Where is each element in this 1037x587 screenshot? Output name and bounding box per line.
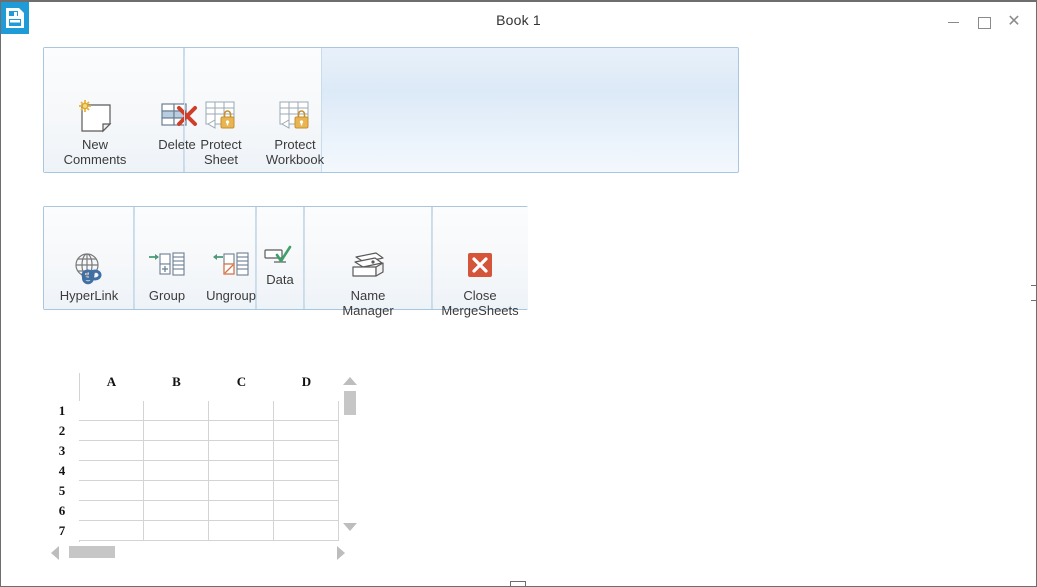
- cell-B3[interactable]: [144, 441, 209, 461]
- tools-separator-3: [304, 215, 305, 303]
- cell-B4[interactable]: [144, 461, 209, 481]
- cell-B6[interactable]: [144, 501, 209, 521]
- cell-D4[interactable]: [274, 461, 339, 481]
- protect-workbook-lock-icon: [254, 98, 336, 134]
- tools-separator-2: [256, 215, 257, 303]
- cell-B1[interactable]: [144, 401, 209, 421]
- cell-D2[interactable]: [274, 421, 339, 441]
- cell-B7[interactable]: [144, 521, 209, 541]
- group-separator-1: [184, 56, 185, 166]
- protect-sheet-label-line2: Sheet: [204, 152, 238, 167]
- row-header-3[interactable]: 3: [45, 441, 79, 461]
- cell-A3[interactable]: [79, 441, 144, 461]
- close-mergesheets-button[interactable]: Close MergeSheets: [434, 251, 526, 318]
- column-header-c[interactable]: C: [209, 369, 274, 394]
- title-bar: Book 1 ✕: [1, 2, 1036, 40]
- vertical-scrollbar[interactable]: [339, 373, 361, 533]
- row-header-1[interactable]: 1: [45, 401, 79, 421]
- hyperlink-button[interactable]: HyperLink: [48, 251, 130, 303]
- cell-B5[interactable]: [144, 481, 209, 501]
- cell-A4[interactable]: [79, 461, 144, 481]
- cell-B2[interactable]: [144, 421, 209, 441]
- cell-C2[interactable]: [209, 421, 274, 441]
- close-mergesheets-label-line1: Close: [463, 288, 497, 303]
- new-comments-button[interactable]: New Comments: [52, 98, 138, 167]
- horizontal-scrollbar[interactable]: [47, 542, 349, 561]
- data-button[interactable]: Data: [260, 245, 300, 287]
- scroll-left-arrow[interactable]: [51, 546, 59, 560]
- column-header-a[interactable]: A: [79, 369, 144, 394]
- window-title: Book 1: [496, 12, 541, 28]
- select-all-corner[interactable]: [45, 369, 79, 394]
- vertical-scroll-thumb[interactable]: [344, 391, 356, 415]
- close-button[interactable]: ✕: [1006, 14, 1022, 30]
- cell-A5[interactable]: [79, 481, 144, 501]
- window-controls: ✕: [946, 14, 1022, 30]
- scroll-right-arrow[interactable]: [337, 546, 345, 560]
- group-button[interactable]: Group: [138, 251, 196, 303]
- group-label: Group: [148, 288, 186, 303]
- column-header-d[interactable]: D: [274, 369, 339, 394]
- cell-C6[interactable]: [209, 501, 274, 521]
- row-header-2[interactable]: 2: [45, 421, 79, 441]
- resize-notch-right[interactable]: [1031, 285, 1036, 301]
- protect-workbook-button[interactable]: Protect Workbook: [254, 98, 336, 167]
- scroll-up-arrow[interactable]: [343, 377, 357, 385]
- scroll-down-arrow[interactable]: [343, 523, 357, 531]
- maximize-button[interactable]: [976, 14, 992, 30]
- row-header-5[interactable]: 5: [45, 481, 79, 501]
- cell-A2[interactable]: [79, 421, 144, 441]
- ribbon-panel-tools: HyperLink Group Ungroup Data Name Manage…: [43, 206, 528, 318]
- row-header-7[interactable]: 7: [45, 521, 79, 541]
- cell-C5[interactable]: [209, 481, 274, 501]
- cell-D7[interactable]: [274, 521, 339, 541]
- cell-C4[interactable]: [209, 461, 274, 481]
- horizontal-scroll-thumb[interactable]: [69, 546, 115, 558]
- tools-separator-1: [134, 215, 135, 303]
- protect-sheet-label-line1: Protect: [200, 137, 242, 152]
- data-label: Data: [266, 272, 294, 287]
- cell-D1[interactable]: [274, 401, 339, 421]
- cell-D5[interactable]: [274, 481, 339, 501]
- protect-sheet-button[interactable]: Protect Sheet: [190, 98, 252, 167]
- merge-sheets-window: Book 1 ✕ New Comments Delete Protect She…: [0, 0, 1037, 587]
- globe-link-icon: [48, 251, 130, 285]
- protect-sheet-lock-icon: [190, 98, 252, 134]
- resize-notch-bottom[interactable]: [510, 581, 526, 586]
- new-comments-label-line2: Comments: [63, 152, 127, 167]
- close-red-x-icon: [434, 251, 526, 285]
- group-rows-icon: [138, 251, 196, 285]
- name-manager-label-line2: Manager: [342, 303, 394, 318]
- name-manager-cards-icon: [308, 251, 428, 285]
- cell-A7[interactable]: [79, 521, 144, 541]
- cell-C3[interactable]: [209, 441, 274, 461]
- cell-A6[interactable]: [79, 501, 144, 521]
- cell-D3[interactable]: [274, 441, 339, 461]
- tools-separator-4: [432, 215, 433, 303]
- cell-A1[interactable]: [79, 401, 144, 421]
- row-header-4[interactable]: 4: [45, 461, 79, 481]
- cell-C1[interactable]: [209, 401, 274, 421]
- new-comments-label-line1: New: [81, 137, 108, 152]
- ribbon-panel-comments: New Comments Delete Protect Sheet Protec…: [43, 47, 739, 173]
- cell-C7[interactable]: [209, 521, 274, 541]
- protect-workbook-label-line1: Protect: [274, 137, 316, 152]
- spreadsheet-grid: A B C D 1 2 3 4 5 6 7: [45, 369, 361, 561]
- row-header-6[interactable]: 6: [45, 501, 79, 521]
- minimize-button[interactable]: [946, 14, 962, 30]
- name-manager-label-line1: Name: [350, 288, 386, 303]
- name-manager-button[interactable]: Name Manager: [308, 251, 428, 318]
- cell-D6[interactable]: [274, 501, 339, 521]
- data-validation-check-icon: [260, 245, 300, 269]
- new-comment-note-icon: [52, 98, 138, 134]
- protect-workbook-label-line2: Workbook: [265, 152, 325, 167]
- column-header-b[interactable]: B: [144, 369, 209, 394]
- close-mergesheets-label-line2: MergeSheets: [441, 303, 519, 318]
- hyperlink-label: HyperLink: [59, 288, 119, 303]
